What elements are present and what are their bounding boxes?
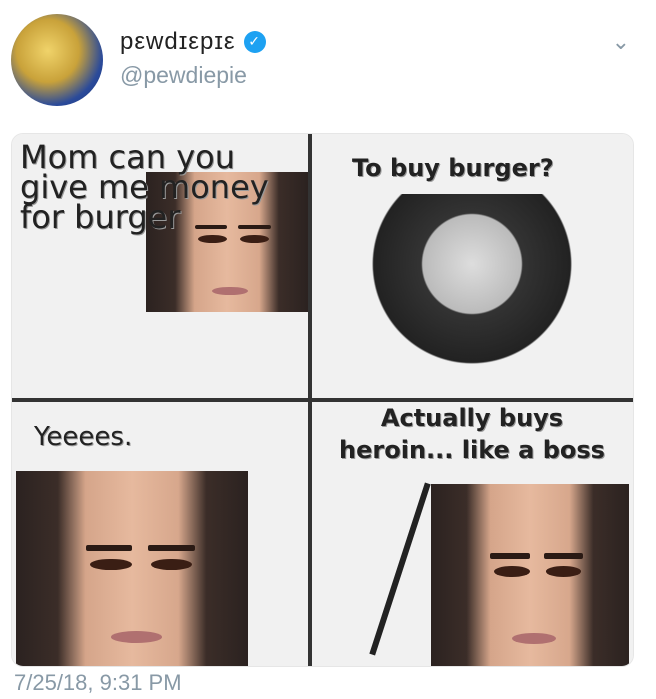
face-photo-bottom-left <box>16 471 248 666</box>
meme-caption-1: Mom can you give me money for burger <box>20 138 269 236</box>
username[interactable]: @pewdiepie <box>120 62 247 89</box>
sketch-figure <box>372 194 572 394</box>
chevron-down-icon[interactable]: ⌄ <box>612 30 630 55</box>
display-name[interactable]: pεwdɪεpɪε <box>120 28 236 56</box>
tweet-timestamp[interactable]: 7/25/18, 9:31 PM <box>14 670 182 696</box>
face-photo-bottom-right <box>431 484 629 666</box>
verified-check-icon: ✓ <box>243 31 266 53</box>
meme-caption-3: Yeeees. <box>34 422 133 452</box>
meme-caption-2: To buy burger? <box>352 154 554 182</box>
display-name-row[interactable]: pεwdɪεpɪε ✓ <box>120 28 266 56</box>
avatar[interactable] <box>11 14 103 106</box>
tweet-media[interactable]: Mom can you give me money for burger To … <box>11 133 634 667</box>
meme-caption-4: Actually buys heroin... like a boss <box>339 404 605 464</box>
